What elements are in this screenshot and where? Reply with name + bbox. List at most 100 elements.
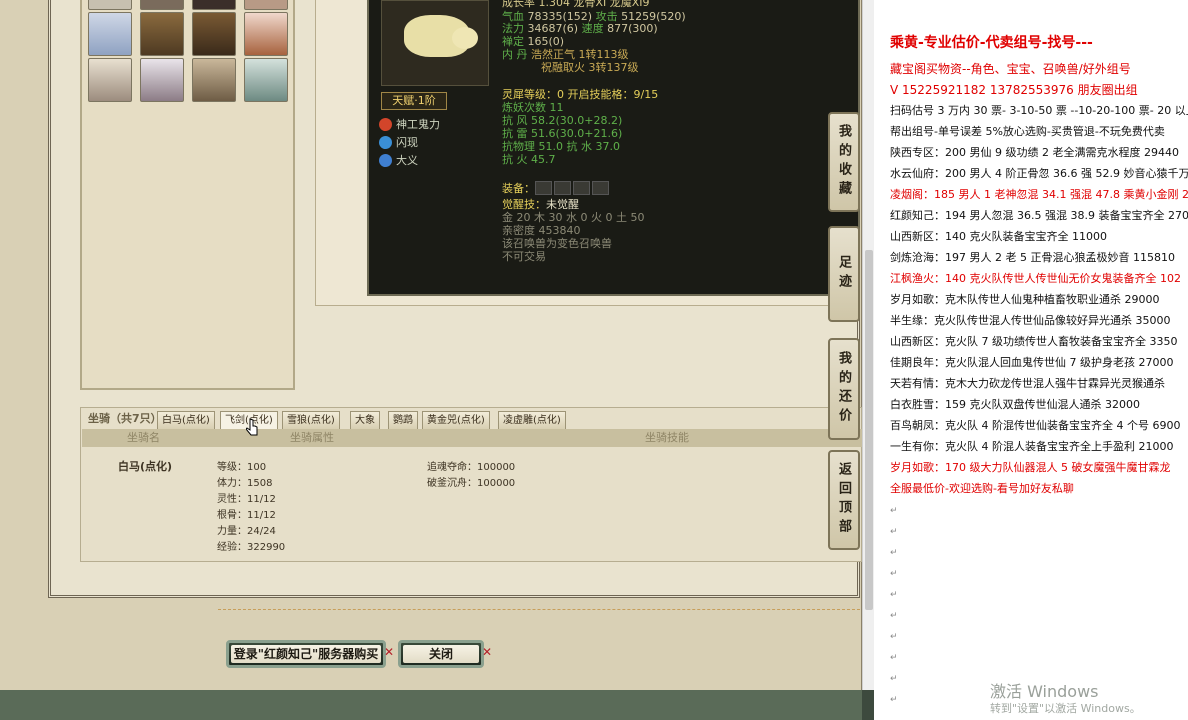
- mount-skill-2: 破釜沉舟：100000: [427, 478, 516, 489]
- avatar-11[interactable]: [192, 58, 236, 102]
- tab-mount-3[interactable]: 雪狼(点化): [282, 411, 340, 429]
- doc-line: 百鸟朝凤：克火队 4 阶混传世仙装备宝宝齐全 4 个号 6900: [890, 419, 1181, 432]
- avatar-5[interactable]: [88, 12, 132, 56]
- divider-dotted: [218, 609, 860, 610]
- header-mount-skill: 坐骑技能: [645, 431, 689, 444]
- side-tab-back-to-top[interactable]: 返回顶部: [828, 450, 860, 550]
- skill-3[interactable]: 大义: [379, 152, 418, 168]
- doc-line: 帮出组号-单号误差 5%放心选购-买贵管退-不玩免费代卖: [890, 125, 1165, 138]
- mount-attr-spirit: 灵性：11/12: [217, 494, 276, 505]
- resist-wind: 抗 风 58.2(30.0+28.2): [502, 114, 623, 127]
- avatar-10[interactable]: [140, 58, 184, 102]
- doc-line: 山西新区：140 克火队装备宝宝齐全 11000: [890, 230, 1107, 243]
- pet-neidan: 内 丹 浩然正气 1转113级: [502, 48, 629, 61]
- paragraph-mark-icon: ↵: [890, 653, 898, 663]
- refine-count: 炼妖次数 11: [502, 101, 564, 114]
- mount-attr-stamina: 体力：1508: [217, 478, 273, 489]
- avatar-6[interactable]: [140, 12, 184, 56]
- doc-line: 山西新区：克火队 7 级功绩传世人畜牧装备宝宝齐全 3350: [890, 335, 1178, 348]
- doc-line: 半生缘：克火队传世混人传世仙品像较好异光通杀 35000: [890, 314, 1171, 327]
- pet-mana-speed: 法力 34687(6) 速度 877(300): [502, 22, 658, 35]
- paragraph-mark-icon: ↵: [890, 569, 898, 579]
- mount-section-label: 坐骑（共7只）: [88, 412, 162, 425]
- doc-line: 全服最低价-欢迎选购-看号加好友私聊: [890, 482, 1074, 495]
- tab-mount-7[interactable]: 凌虚雕(点化): [498, 411, 566, 429]
- doc-line: V 15225921182 13782553976 朋友圈出组: [890, 83, 1138, 97]
- equip-row: 装备：: [502, 181, 611, 196]
- close-button-x-icon: ✕: [482, 645, 493, 659]
- tab-mount-1[interactable]: 白马(点化): [157, 411, 215, 429]
- avatar-8[interactable]: [244, 12, 288, 56]
- doc-line: 岁月如歌：克木队传世人仙鬼种植畜牧职业通杀 29000: [890, 293, 1160, 306]
- mouse-cursor-icon: [246, 418, 258, 436]
- doc-line: 佳期良年：克火队混人回血鬼传世仙 7 级护身老孩 27000: [890, 356, 1174, 369]
- paragraph-mark-icon: ↵: [890, 695, 898, 705]
- paragraph-mark-icon: ↵: [890, 506, 898, 516]
- doc-line: 藏宝阁买物资--角色、宝宝、召唤兽/好外组号: [890, 62, 1131, 76]
- pet-neidan-2: 祝融取火 3转137级: [541, 61, 639, 74]
- buy-button-x-icon: ✕: [384, 645, 395, 659]
- doc-line: 白衣胜雪：159 克火队双盘传世仙混人通杀 32000: [890, 398, 1140, 411]
- scrollbar-thumb[interactable]: [865, 250, 873, 610]
- page-scrollbar[interactable]: [862, 0, 874, 690]
- intimacy: 亲密度 453840: [502, 224, 581, 237]
- resist-physical: 抗物理 51.0 抗 水 37.0: [502, 140, 620, 153]
- resist-thunder: 抗 雷 51.6(30.0+21.6): [502, 127, 623, 140]
- document-pane: 乘黄-专业估价-代卖组号-找号--- 藏宝阁买物资--角色、宝宝、召唤兽/好外组…: [874, 0, 1188, 720]
- doc-title: 乘黄-专业估价-代卖组号-找号---: [890, 35, 1093, 51]
- avatar-1[interactable]: [88, 0, 132, 10]
- tab-mount-6[interactable]: 黄金兕(点化): [422, 411, 490, 429]
- activation-watermark-sub: 转到"设置"以激活 Windows。: [990, 702, 1141, 715]
- header-mount-attr: 坐骑属性: [290, 431, 334, 444]
- paragraph-mark-icon: ↵: [890, 632, 898, 642]
- header-mount-name: 坐骑名: [127, 431, 160, 444]
- doc-line: 江枫渔火：140 克火队传世人传世仙无价女鬼装备齐全 102: [890, 272, 1181, 285]
- elements: 金 20 木 30 水 0 火 0 土 50: [502, 211, 645, 224]
- side-tab-favorites[interactable]: 我的收藏: [828, 112, 860, 212]
- skill-1[interactable]: 神工鬼力: [379, 116, 440, 132]
- pet-zen: 禅定 165(0): [502, 35, 565, 48]
- activation-watermark: 激活 Windows: [990, 682, 1099, 701]
- mount-attr-power: 力量：24/24: [217, 526, 276, 537]
- tab-mount-4[interactable]: 大象: [350, 411, 380, 429]
- doc-line: 凌烟阁：185 男人 1 老神忽混 34.1 强混 47.8 乘黄小金刚 23: [890, 188, 1188, 201]
- doc-line: 陕西专区：200 男仙 9 级功绩 2 老全满需克水程度 29440: [890, 146, 1179, 159]
- mount-attr-exp: 经验：322990: [217, 542, 286, 553]
- tab-mount-5[interactable]: 鹦鹉: [388, 411, 418, 429]
- side-tab-my-offers[interactable]: 我的还价: [828, 338, 860, 440]
- doc-line: 水云仙府：200 男人 4 阶正骨忽 36.6 强 52.9 妙音心猿千万: [890, 167, 1188, 180]
- avatar-7[interactable]: [192, 12, 236, 56]
- buy-on-server-button[interactable]: 登录"红颜知己"服务器购买: [226, 640, 386, 668]
- skill-2[interactable]: 闪现: [379, 134, 418, 150]
- mount-attr-root: 根骨：11/12: [217, 510, 276, 521]
- mount-table-header: 坐骑名 坐骑属性 坐骑技能: [82, 429, 862, 447]
- pet-growth: 成长率 1.304 龙骨XI 龙魔XI9: [502, 0, 650, 9]
- side-tab-footprints[interactable]: 足迹: [828, 226, 860, 322]
- pet-portrait: [381, 0, 489, 86]
- avatar-9[interactable]: [88, 58, 132, 102]
- paragraph-mark-icon: ↵: [890, 674, 898, 684]
- avatar-2[interactable]: [140, 0, 184, 10]
- paragraph-mark-icon: ↵: [890, 548, 898, 558]
- awaken-row: 觉醒技：未觉醒: [502, 198, 579, 211]
- close-button[interactable]: 关闭: [398, 640, 484, 668]
- mount-attr-level: 等级：100: [217, 462, 267, 473]
- avatar-panel: [80, 0, 295, 390]
- doc-line: 岁月如歌：170 级大力队仙器混人 5 破女魔强牛魔甘霖龙: [890, 461, 1171, 474]
- doc-line: 一生有你：克火队 4 阶混人装备宝宝齐全上手盈利 21000: [890, 440, 1174, 453]
- avatar-3[interactable]: [192, 0, 236, 10]
- mount-skill-1: 追魂夺命：100000: [427, 462, 516, 473]
- doc-line: 红颜知己：194 男人忽混 36.5 强混 38.9 装备宝宝齐全 2700: [890, 209, 1188, 222]
- game-window: 成长率 1.304 龙骨XI 龙魔XI9 气血 78335(152) 攻击 51…: [0, 0, 862, 720]
- talent-badge: 天赋·1阶: [381, 92, 447, 110]
- doc-line: 天若有情：克木大力砍龙传世混人强牛甘霖异光灵猴通杀: [890, 377, 1165, 390]
- paragraph-mark-icon: ↵: [890, 611, 898, 621]
- spirit-level: 灵犀等级：0 开启技能格：9/15: [502, 88, 659, 101]
- mount-name: 白马(点化): [118, 460, 173, 473]
- side-tabs: 我的收藏 足迹 我的还价 返回顶部: [828, 0, 862, 610]
- doc-line: 扫码估号 3 万内 30 票- 3-10-50 票 --10-20-100 票-…: [890, 104, 1188, 117]
- avatar-12[interactable]: [244, 58, 288, 102]
- avatar-4[interactable]: [244, 0, 288, 10]
- paragraph-mark-icon: ↵: [890, 590, 898, 600]
- mount-tabs: 坐骑（共7只） 白马(点化) 飞剑(点化) 雪狼(点化) 大象 鹦鹉 黄金兕(点…: [82, 409, 862, 429]
